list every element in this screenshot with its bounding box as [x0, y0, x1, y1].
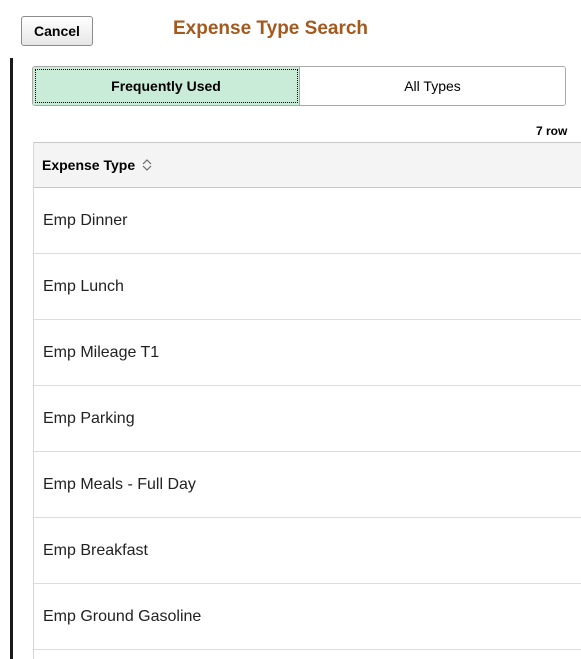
- expense-type-grid: Expense Type Emp Dinner Emp Lunch Emp Mi…: [33, 142, 581, 659]
- table-row-emp-mileage-t1[interactable]: Emp Mileage T1: [34, 320, 581, 386]
- header-bar: Cancel Expense Type Search: [0, 0, 581, 58]
- tab-all-types[interactable]: All Types: [300, 67, 565, 105]
- table-row-emp-parking[interactable]: Emp Parking: [34, 386, 581, 452]
- cancel-button[interactable]: Cancel: [21, 16, 93, 46]
- table-row-emp-breakfast[interactable]: Emp Breakfast: [34, 518, 581, 584]
- left-border-line: [10, 50, 13, 659]
- table-row-emp-lunch[interactable]: Emp Lunch: [34, 254, 581, 320]
- sort-up-down-icon[interactable]: [141, 158, 153, 172]
- table-row-emp-dinner[interactable]: Emp Dinner: [34, 188, 581, 254]
- expense-type-tabs: Frequently Used All Types: [32, 66, 566, 106]
- table-row-emp-meals-full-day[interactable]: Emp Meals - Full Day: [34, 452, 581, 518]
- expense-type-column-header[interactable]: Expense Type: [34, 142, 581, 188]
- page-title: Expense Type Search: [173, 18, 369, 39]
- row-count-label: 7 row: [536, 124, 568, 138]
- tab-frequently-used[interactable]: Frequently Used: [33, 67, 300, 105]
- column-header-label: Expense Type: [42, 157, 136, 173]
- table-row-emp-ground-gasoline[interactable]: Emp Ground Gasoline: [34, 584, 581, 650]
